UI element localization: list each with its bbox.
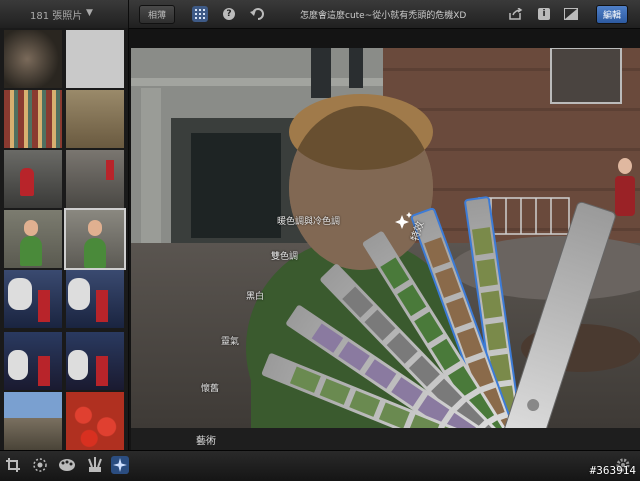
effect-label-warm-cool[interactable]: 暖色調與冷色調	[277, 214, 340, 227]
effect-label-artistic[interactable]: 藝術	[196, 432, 216, 447]
color-icon[interactable]	[58, 456, 76, 474]
effects-icon[interactable]	[111, 456, 129, 474]
brushes-icon[interactable]	[86, 456, 104, 474]
effect-label-aura[interactable]: 靈氣	[221, 334, 239, 347]
effects-fan	[261, 196, 616, 471]
watermark: #363914	[589, 464, 636, 477]
effect-label-vintage[interactable]: 懷舊	[201, 381, 219, 394]
exposure-icon[interactable]	[31, 456, 49, 474]
effect-label-duotone[interactable]: 雙色調	[271, 249, 298, 262]
crop-icon[interactable]	[4, 456, 22, 474]
effect-label-bw[interactable]: 黑白	[246, 289, 264, 302]
